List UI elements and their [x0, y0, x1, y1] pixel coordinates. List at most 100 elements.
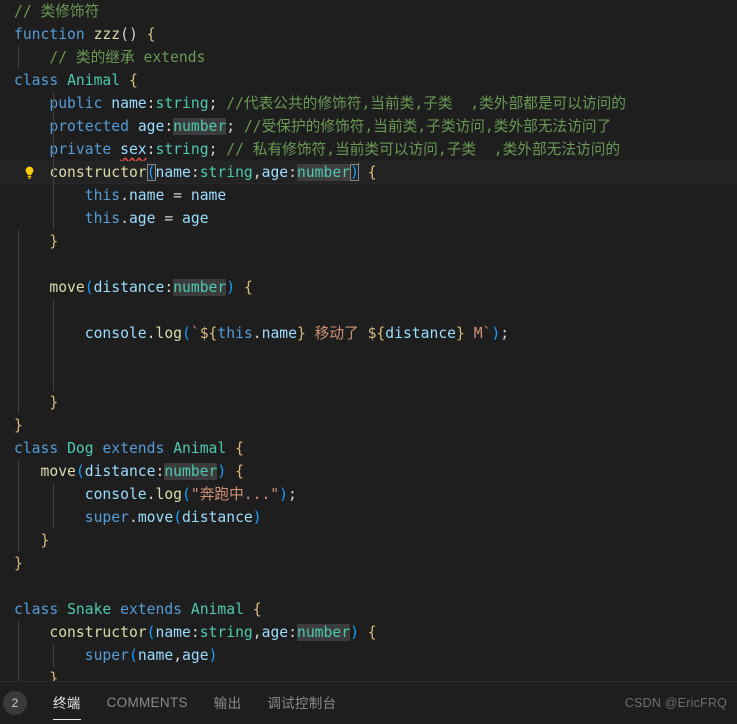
token-punct: . [120, 210, 129, 227]
token-argument: distance [182, 509, 253, 526]
code-line[interactable] [0, 575, 737, 598]
token-paren: ) [217, 463, 227, 480]
indent-guide [53, 92, 54, 115]
token-type: number [164, 463, 218, 480]
code-line[interactable] [0, 368, 737, 391]
token-brace: { [367, 624, 377, 641]
token-punct: : [146, 141, 156, 158]
token-console: console [84, 325, 147, 342]
code-line[interactable] [0, 299, 737, 322]
code-line[interactable]: console.log("奔跑中..."); [0, 483, 737, 506]
code-line[interactable]: } [0, 667, 737, 681]
token-param: age [261, 624, 289, 641]
indent-guide [53, 322, 54, 345]
indent-guide [18, 322, 19, 345]
token-punct: ; [208, 95, 227, 112]
indent-guide [18, 460, 19, 483]
token-brace: { [128, 72, 138, 89]
token-param: name [155, 624, 191, 641]
token-punct: . [252, 325, 262, 342]
token-this: this [84, 210, 121, 227]
code-line[interactable]: super.move(distance) [0, 506, 737, 529]
panel-tab-comments[interactable]: COMMENTS [107, 688, 188, 718]
indent-guide [18, 230, 19, 253]
code-line[interactable]: } [0, 552, 737, 575]
token-brace: } [49, 233, 59, 250]
panel-tab-terminal[interactable]: 终端 [53, 688, 81, 720]
token-brace: } [14, 417, 23, 434]
watermark-text: CSDN @EricFRQ [624, 696, 727, 710]
token-punct: : [288, 164, 297, 181]
code-line[interactable] [0, 253, 737, 276]
code-line[interactable]: class Snake extends Animal { [0, 598, 737, 621]
token-template-string-start: ` [190, 325, 200, 342]
token-string-literal: 移动了 [305, 325, 368, 342]
token-property: name [111, 95, 147, 112]
code-line[interactable]: function zzz() { [0, 23, 737, 46]
indent-guide [18, 391, 19, 414]
code-line[interactable]: super(name,age) [0, 644, 737, 667]
token-superclass: Animal [190, 601, 244, 618]
indent-guide [53, 506, 54, 529]
code-line[interactable]: } [0, 230, 737, 253]
token-brace: { [235, 440, 244, 457]
code-line[interactable]: } [0, 414, 737, 437]
code-line[interactable]: console.log(`${this.name} 移动了 ${distance… [0, 322, 737, 345]
code-line[interactable]: this.age = age [0, 207, 737, 230]
code-line[interactable]: class Dog extends Animal { [0, 437, 737, 460]
problems-count-badge[interactable]: 2 [3, 691, 27, 715]
token-operator: = [164, 187, 191, 204]
code-editor[interactable]: // 类修饰符 function zzz() { // 类的继承 extends… [0, 0, 737, 681]
code-line[interactable]: constructor(name:string,age:number) { [0, 621, 737, 644]
indent-guide [18, 644, 19, 667]
token-punct: : [190, 164, 200, 181]
code-line[interactable]: public name:string; //代表公共的修饰符,当前类,子类 ,类… [0, 92, 737, 115]
token-type: number [173, 279, 227, 296]
code-line[interactable]: protected age:number; //受保护的修饰符,当前类,子类访问… [0, 115, 737, 138]
token-param: age [261, 164, 289, 181]
indent-guide [53, 161, 54, 184]
code-line[interactable]: this.name = name [0, 184, 737, 207]
code-line[interactable]: // 类的继承 extends [0, 46, 737, 69]
token-operator: = [155, 210, 183, 227]
lightbulb-icon[interactable] [22, 165, 37, 181]
token-punct: , [252, 624, 262, 641]
panel-tab-output[interactable]: 输出 [214, 688, 242, 718]
token-punct: ; [500, 325, 510, 342]
code-line[interactable]: move(distance:number) { [0, 276, 737, 299]
code-line[interactable]: } [0, 529, 737, 552]
token-brace: { [252, 601, 262, 618]
code-line[interactable]: private sex:string; // 私有修饰符,当前类可以访问,子类 … [0, 138, 737, 161]
indent-guide [53, 368, 54, 391]
code-line[interactable] [0, 345, 737, 368]
token-type: string [155, 95, 209, 112]
code-line[interactable]: // 类修饰符 [0, 0, 737, 23]
token-brace: } [14, 555, 23, 572]
token-punct: , [173, 647, 183, 664]
code-line[interactable]: move(distance:number) { [0, 460, 737, 483]
token-type: number [297, 624, 351, 641]
panel-tab-debug-console[interactable]: 调试控制台 [267, 688, 336, 718]
token-brace: } [49, 670, 59, 681]
token-paren: ( [128, 647, 138, 664]
token-argument: age [182, 647, 209, 664]
token-brace: } [40, 532, 50, 549]
token-this: this [84, 187, 121, 204]
code-line-current[interactable]: constructor(name:string,age:number) { [0, 161, 737, 184]
code-line[interactable]: } [0, 391, 737, 414]
token-type: number [297, 164, 351, 181]
code-line[interactable]: class Animal { [0, 69, 737, 92]
token-modifier: private [49, 141, 112, 158]
